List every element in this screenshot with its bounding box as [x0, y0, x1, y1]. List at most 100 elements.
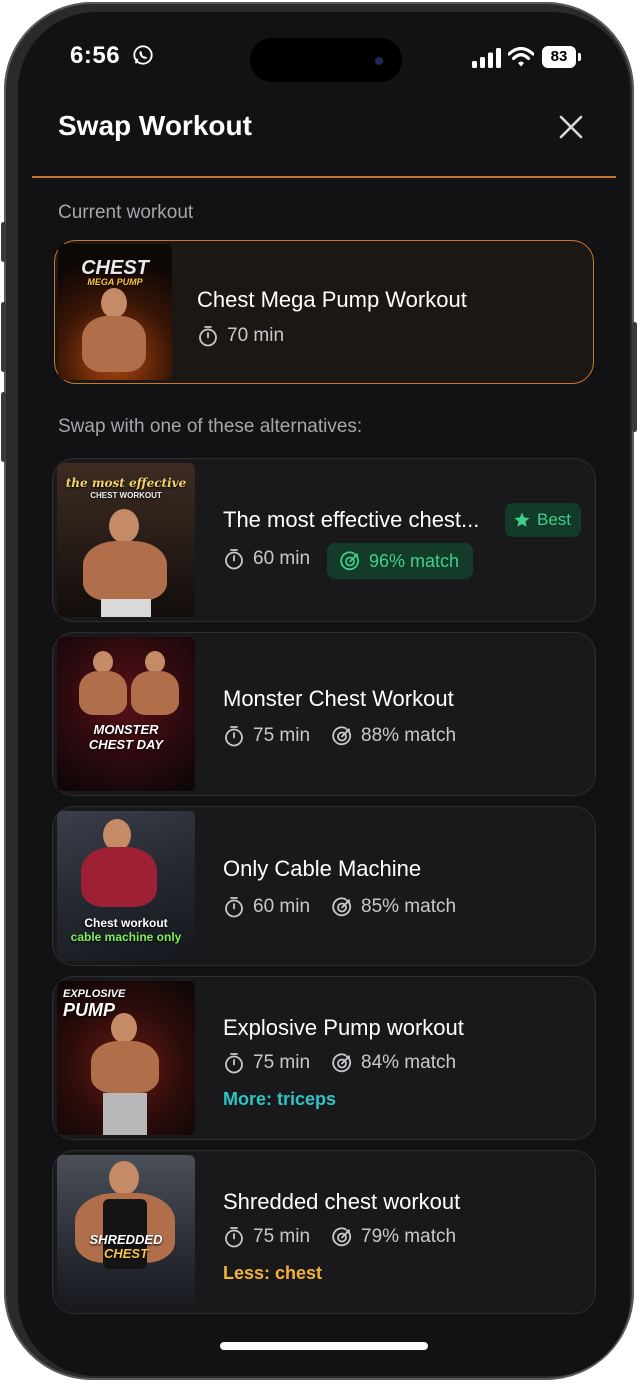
home-indicator[interactable]: [220, 1342, 428, 1350]
match-text: 84% match: [361, 1052, 457, 1073]
alternative-card[interactable]: the most effective CHEST WORKOUT The mos…: [52, 458, 596, 622]
cellular-signal-icon: [472, 48, 501, 68]
alternative-thumbnail: Chest workout cable machine only: [57, 811, 195, 961]
alternative-title: The most effective chest...: [223, 507, 480, 532]
current-workout-title: Chest Mega Pump Workout: [197, 287, 467, 312]
duration-text: 75 min: [253, 725, 311, 746]
person-shorts: [101, 599, 151, 617]
thumb-text-subtitle: CHEST DAY: [88, 737, 164, 752]
status-time: 6:56: [70, 42, 121, 69]
battery-level: 83: [542, 46, 576, 68]
status-bar: 6:56 83: [18, 12, 630, 102]
alternative-title: Monster Chest Workout: [223, 686, 454, 711]
person-pants: [103, 1093, 147, 1135]
alternative-thumbnail: the most effective CHEST WORKOUT: [57, 463, 195, 617]
battery-indicator: 83: [542, 46, 582, 68]
duration-text: 75 min: [253, 1226, 311, 1247]
thumb-text-subtitle: CHEST WORKOUT: [90, 491, 162, 500]
volume-up-button: [1, 302, 6, 372]
page-title: Swap Workout: [58, 110, 252, 141]
duration-text: 60 min: [253, 548, 311, 569]
alternative-title: Shredded chest workout: [223, 1189, 461, 1214]
alternative-match: 79% match: [331, 1226, 456, 1248]
phone-frame: 6:56 83 Swap Workout Current workout CHE…: [1, 2, 637, 1380]
muscle-note: Less: chest: [223, 1263, 323, 1283]
whatsapp-icon: [133, 45, 153, 65]
thumb-text-title: SHREDDED: [89, 1232, 163, 1247]
person-tank-top: [81, 847, 157, 907]
person-torso: [82, 316, 146, 372]
match-text: 88% match: [361, 725, 457, 746]
best-badge-label: Best: [537, 510, 572, 529]
person-torso: [131, 671, 179, 715]
stopwatch-icon: [225, 1053, 243, 1074]
alternative-duration: 75 min: [223, 1226, 310, 1248]
mute-switch: [1, 222, 6, 262]
alternative-duration: 75 min: [223, 1052, 310, 1074]
duration-text: 70 min: [227, 325, 285, 346]
alternative-match: 84% match: [331, 1052, 456, 1074]
alternative-card[interactable]: MONSTER CHEST DAY Monster Chest Workout …: [52, 632, 596, 796]
wifi-icon: [508, 46, 534, 67]
best-badge: Best: [505, 503, 582, 537]
target-icon: [340, 551, 360, 571]
stopwatch-icon: [225, 897, 243, 918]
target-icon: [332, 897, 352, 917]
alternative-duration: 60 min: [223, 548, 310, 570]
current-workout-duration: 70 min: [197, 325, 284, 347]
alternative-thumbnail: MONSTER CHEST DAY: [57, 637, 195, 791]
camera-dot: [375, 57, 383, 65]
thumb-text-title: MONSTER: [93, 722, 159, 737]
alternative-duration: 60 min: [223, 896, 310, 918]
screen: 6:56 83 Swap Workout Current workout CHE…: [18, 12, 630, 1376]
alternatives-label: Swap with one of these alternatives:: [58, 416, 363, 437]
thumb-text-title: Chest workout: [84, 916, 168, 930]
alternative-card[interactable]: EXPLOSIVE PUMP Explosive Pump workout 75…: [52, 976, 596, 1140]
person-torso: [83, 541, 167, 601]
alternative-duration: 75 min: [223, 725, 310, 747]
person-head: [145, 651, 165, 673]
current-workout-label: Current workout: [58, 202, 194, 223]
thumb-text-title: CHEST: [81, 257, 149, 279]
target-icon: [332, 1227, 352, 1247]
star-icon: [514, 512, 530, 527]
volume-down-button: [1, 392, 6, 462]
stopwatch-icon: [225, 549, 243, 570]
match-chip: 96% match: [327, 543, 474, 579]
duration-text: 60 min: [253, 896, 311, 917]
person-torso: [91, 1041, 159, 1093]
alternative-match: 85% match: [331, 896, 456, 918]
thumb-text-subtitle: CHEST: [103, 1246, 149, 1261]
alternative-match: 88% match: [331, 725, 456, 747]
thumb-text-subtitle: cable machine only: [70, 930, 182, 944]
alternative-card[interactable]: Chest workout cable machine only Only Ca…: [52, 806, 596, 966]
person-head: [109, 1161, 139, 1195]
stopwatch-icon: [225, 726, 243, 747]
alternative-title: Only Cable Machine: [223, 856, 422, 881]
thumb-text-title: EXPLOSIVE: [63, 988, 126, 1000]
target-icon: [332, 726, 352, 746]
match-text: 96% match: [369, 550, 460, 571]
duration-text: 75 min: [253, 1052, 311, 1073]
person-head: [109, 509, 139, 543]
person-head: [101, 288, 127, 318]
thumb-text-title: the most effective: [65, 476, 187, 490]
current-workout-thumbnail: CHEST MEGA PUMP: [58, 244, 172, 380]
alternative-thumbnail: SHREDDED CHEST: [57, 1155, 195, 1309]
person-torso: [79, 671, 127, 715]
muscle-note: More: triceps: [223, 1089, 337, 1109]
alternative-thumbnail: EXPLOSIVE PUMP: [57, 981, 195, 1135]
alternative-title: Explosive Pump workout: [223, 1015, 464, 1040]
match-text: 79% match: [361, 1226, 457, 1247]
stopwatch-icon: [199, 326, 217, 347]
close-icon[interactable]: [558, 114, 584, 140]
person-head: [111, 1013, 137, 1043]
stopwatch-icon: [225, 1227, 243, 1248]
target-icon: [332, 1053, 352, 1073]
current-workout-card[interactable]: CHEST MEGA PUMP Chest Mega Pump Workout …: [54, 240, 594, 384]
match-text: 85% match: [361, 896, 457, 917]
alternative-card[interactable]: SHREDDED CHEST Shredded chest workout 75…: [52, 1150, 596, 1314]
person-head: [93, 651, 113, 673]
header-divider: [32, 176, 616, 178]
thumb-text-subtitle: MEGA PUMP: [87, 277, 143, 287]
